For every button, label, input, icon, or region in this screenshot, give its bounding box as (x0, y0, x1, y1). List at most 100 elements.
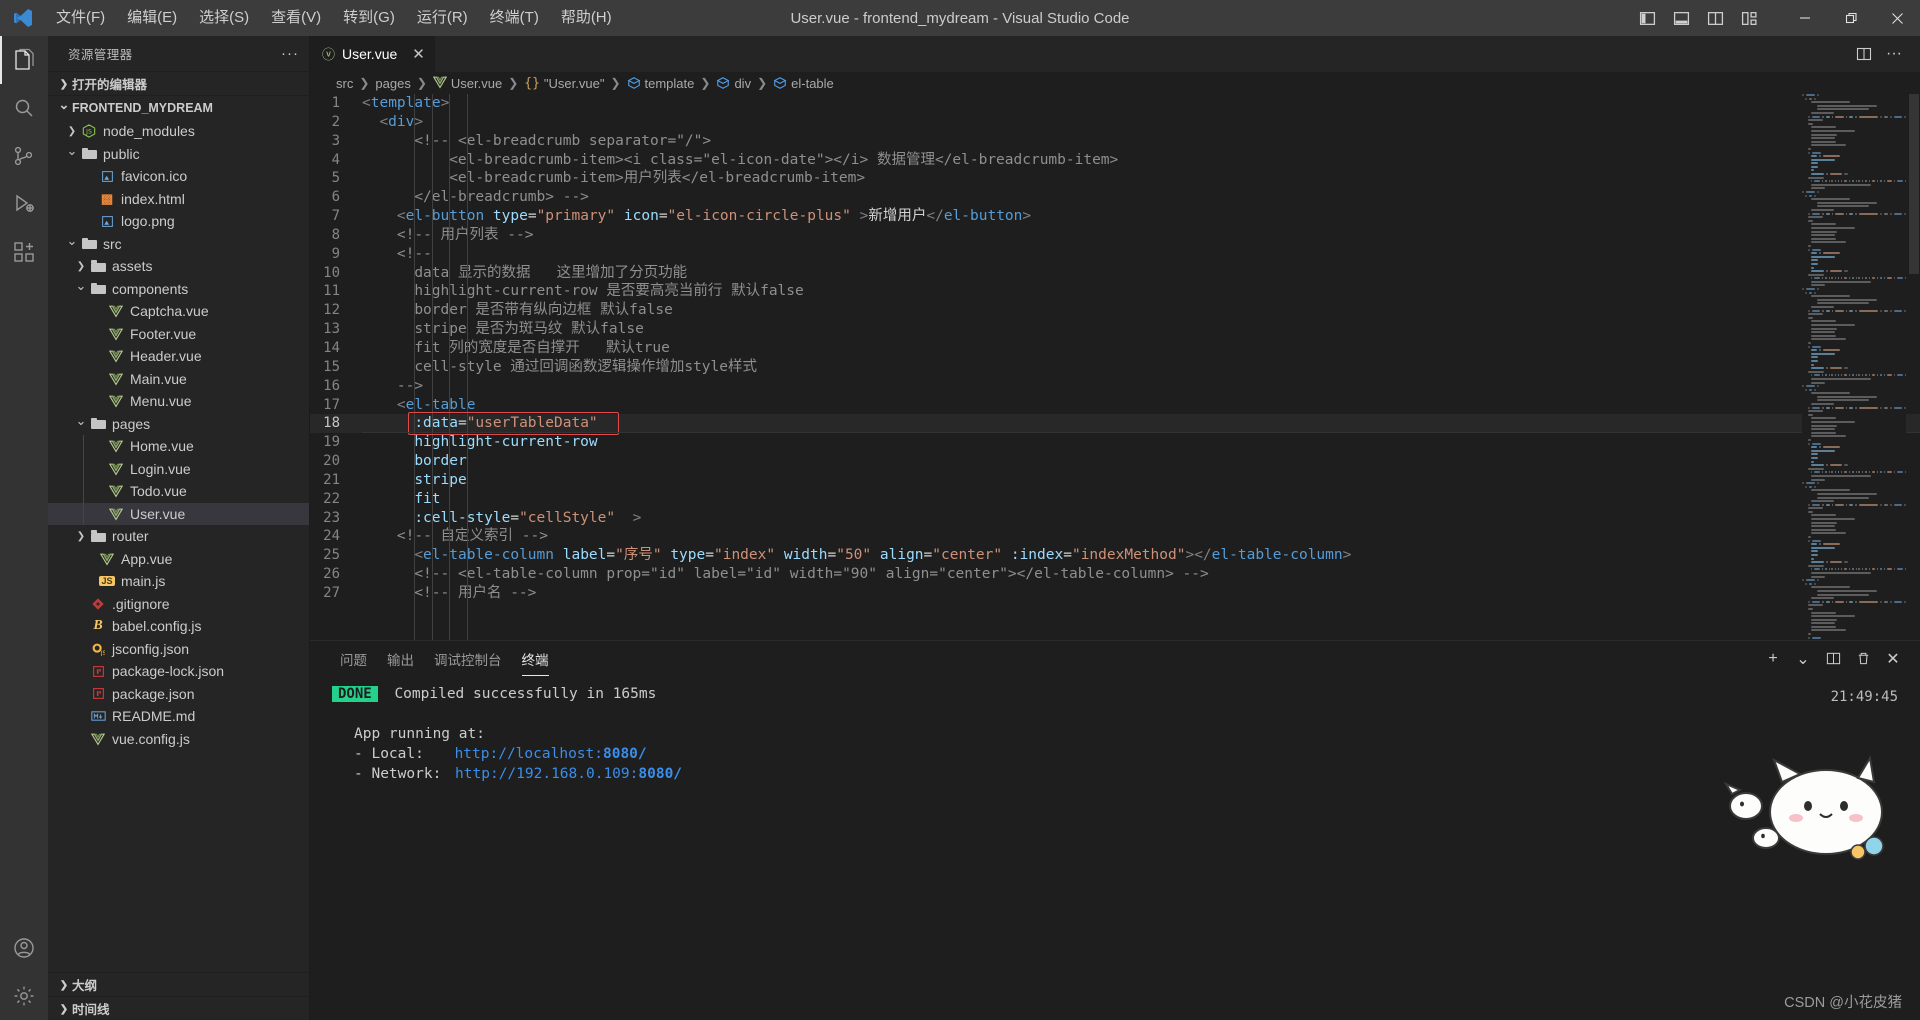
tree-file-row[interactable]: package-lock.json (48, 660, 309, 683)
editor-scrollbar[interactable] (1906, 94, 1920, 640)
ellipsis-icon[interactable]: ··· (281, 45, 299, 62)
code-text[interactable]: <!-- 自定义索引 --> (362, 527, 548, 546)
code-text[interactable]: :cell-style="cellStyle" > (362, 509, 641, 528)
code-line[interactable]: 1 <template> (310, 94, 1920, 113)
settings-gear-icon[interactable] (0, 972, 48, 1020)
tree-file-row[interactable]: logo.png (48, 210, 309, 233)
code-line[interactable]: 25 <el-table-column label="序号" type="inde… (310, 546, 1920, 565)
network-port[interactable]: 8080/ (638, 766, 682, 782)
code-text[interactable]: stripe 是否为斑马纹 默认false (362, 320, 644, 339)
code-line[interactable]: 24 <!-- 自定义索引 --> (310, 527, 1920, 546)
code-line[interactable]: 2 <div> (310, 113, 1920, 132)
terminal-output[interactable]: DONE Compiled successfully in 165ms App … (310, 676, 1920, 1020)
tree-file-row[interactable]: Main.vue (48, 368, 309, 391)
tree-file-row[interactable]: favicon.ico (48, 165, 309, 188)
more-actions-icon[interactable]: ··· (1880, 40, 1908, 68)
tab-user-vue[interactable]: ⓥ User.vue ✕ (310, 36, 436, 72)
code-lines[interactable]: 1 <template> 2 <div> 3 <!-- <el-breadcrumb se… (310, 94, 1920, 640)
code-text[interactable]: highlight-current-row (362, 433, 597, 452)
code-text[interactable]: :data="userTableData" (362, 414, 597, 433)
tree-file-row[interactable]: Home.vue (48, 435, 309, 458)
extensions-icon[interactable] (0, 228, 48, 276)
code-text[interactable]: <template> (362, 94, 449, 113)
tree-folder-row[interactable]: assets (48, 255, 309, 278)
tree-file-row[interactable]: Menu.vue (48, 390, 309, 413)
tree-file-row[interactable]: JS main.js (48, 570, 309, 593)
tree-file-row[interactable]: Footer.vue (48, 323, 309, 346)
close-icon[interactable] (1874, 0, 1920, 36)
tree-folder-row[interactable]: router (48, 525, 309, 548)
accounts-icon[interactable] (0, 924, 48, 972)
tree-file-row[interactable]: App.vue (48, 548, 309, 571)
breadcrumb-item[interactable]: template (625, 76, 697, 91)
split-editor-icon[interactable] (1850, 40, 1878, 68)
breadcrumb-item[interactable]: User.vue (431, 75, 504, 92)
add-terminal-icon[interactable]: + (1760, 646, 1786, 672)
code-line[interactable]: 23:cell-style="cellStyle" > (310, 509, 1920, 528)
code-line[interactable]: 26 <!-- <el-table-column prop="id" label=… (310, 565, 1920, 584)
tree-file-row[interactable]: ▩ index.html (48, 188, 309, 211)
breadcrumb-item[interactable]: pages (373, 76, 412, 91)
toggle-secondary-sidebar-icon[interactable] (1698, 3, 1732, 33)
local-port[interactable]: 8080/ (603, 746, 647, 762)
sidebar-item-timeline[interactable]: 时间线 (48, 996, 309, 1020)
code-line[interactable]: 11 highlight-current-row 是否要高亮当前行 默认false (310, 282, 1920, 301)
code-line[interactable]: 4 <el-breadcrumb-item><i class="el-icon-d… (310, 151, 1920, 170)
tree-file-row[interactable]: Login.vue (48, 457, 309, 480)
tree-file-row[interactable]: Captcha.vue (48, 300, 309, 323)
code-text[interactable]: <el-table-column label="序号" type="index"… (362, 546, 1351, 565)
toggle-panel-icon[interactable] (1664, 3, 1698, 33)
local-url[interactable]: http://localhost: (455, 746, 603, 762)
search-icon[interactable] (0, 84, 48, 132)
code-text[interactable]: highlight-current-row 是否要高亮当前行 默认false (362, 282, 803, 301)
tab-terminal[interactable]: 终端 (512, 641, 559, 676)
tree-file-row[interactable]: Todo.vue (48, 480, 309, 503)
code-line[interactable]: 17 <el-table (310, 396, 1920, 415)
explorer-icon[interactable] (0, 36, 48, 84)
code-line[interactable]: 18:data="userTableData" (310, 414, 1920, 434)
breadcrumb-item[interactable]: src (334, 76, 355, 91)
tree-folder-row[interactable]: components (48, 278, 309, 301)
tab-problems[interactable]: 问题 (330, 641, 377, 676)
tree-file-row[interactable]: Bbabel.config.js (48, 615, 309, 638)
code-text[interactable]: </el-breadcrumb> --> (362, 188, 589, 207)
code-text[interactable]: <el-breadcrumb-item>用户列表</el-breadcrumb-… (362, 169, 865, 188)
tree-file-row[interactable]: README.md (48, 705, 309, 728)
menu-run[interactable]: 运行(R) (407, 4, 478, 32)
menu-view[interactable]: 查看(V) (261, 4, 331, 32)
code-text[interactable]: data 显示的数据 这里增加了分页功能 (362, 264, 687, 283)
tree-file-row[interactable]: .gitignore (48, 593, 309, 616)
code-line[interactable]: 3 <!-- <el-breadcrumb separator="/"> (310, 132, 1920, 151)
menu-selection[interactable]: 选择(S) (189, 4, 259, 32)
sidebar-item-open-editors[interactable]: 打开的编辑器 (48, 71, 309, 95)
code-text[interactable]: <!-- 用户列表 --> (362, 226, 534, 245)
menu-edit[interactable]: 编辑(E) (117, 4, 187, 32)
menu-go[interactable]: 转到(G) (333, 4, 405, 32)
menu-terminal[interactable]: 终端(T) (480, 4, 549, 32)
tree-folder-row[interactable]: src (48, 233, 309, 256)
run-and-debug-icon[interactable] (0, 180, 48, 228)
code-line[interactable]: 5 <el-breadcrumb-item>用户列表</el-breadcrumb… (310, 169, 1920, 188)
code-text[interactable]: <el-button type="primary" icon="el-icon-… (362, 207, 1031, 226)
network-url[interactable]: http://192.168.0.109: (455, 766, 638, 782)
code-line[interactable]: 16 --> (310, 377, 1920, 396)
tab-output[interactable]: 输出 (377, 641, 424, 676)
code-line[interactable]: 20 border (310, 452, 1920, 471)
tab-debug-console[interactable]: 调试控制台 (424, 641, 512, 676)
split-terminal-icon[interactable] (1820, 646, 1846, 672)
trash-icon[interactable] (1850, 646, 1876, 672)
sidebar-item-outline[interactable]: 大纲 (48, 972, 309, 996)
scrollbar-thumb[interactable] (1909, 94, 1919, 274)
minimize-icon[interactable] (1782, 0, 1828, 36)
code-editor[interactable]: 1 <template> 2 <div> 3 <!-- <el-breadcrumb se… (310, 94, 1920, 640)
breadcrumb-item[interactable]: el-table (771, 76, 836, 91)
code-line[interactable]: 7 <el-button type="primary" icon="el-icon… (310, 207, 1920, 226)
code-line[interactable]: 19 highlight-current-row (310, 433, 1920, 452)
code-text[interactable]: cell-style 通过回调函数逻辑操作增加style样式 (362, 358, 757, 377)
tree-folder-row[interactable]: pages (48, 413, 309, 436)
code-text[interactable]: fit (362, 490, 440, 509)
tree-file-row[interactable]: package.json (48, 683, 309, 706)
menu-file[interactable]: 文件(F) (46, 4, 115, 32)
sidebar-item-project-root[interactable]: FRONTEND_MYDREAM (48, 95, 309, 119)
code-line[interactable]: 9 <!-- (310, 245, 1920, 264)
